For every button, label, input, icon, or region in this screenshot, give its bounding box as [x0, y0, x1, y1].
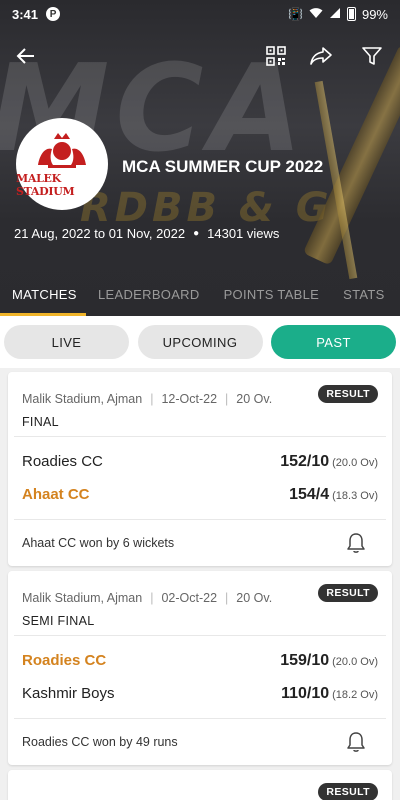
separator-dot: ● — [193, 228, 200, 239]
tournament-views: 14301 views — [207, 226, 280, 241]
match-result: Ahaat CC won by 6 wickets — [22, 536, 175, 550]
team-runs: 110/10 — [281, 684, 330, 702]
qr-code-button[interactable] — [258, 38, 294, 74]
tournament-meta: 21 Aug, 2022 to 01 Nov, 2022 ● 14301 vie… — [14, 226, 279, 241]
team-name: Kashmir Boys — [22, 685, 115, 702]
logo-text: MALEK STADIUM — [16, 171, 75, 198]
divider: | — [150, 392, 154, 406]
team-overs: (18.3 Ov) — [332, 489, 378, 502]
tournament-title: MCA SUMMER CUP 2022 — [122, 157, 324, 176]
back-button[interactable] — [8, 38, 44, 74]
header-watermark-sub: RDBB & G — [80, 185, 333, 231]
match-venue: Malik Stadium, Ajman — [22, 392, 143, 406]
result-badge: RESULT — [318, 584, 378, 602]
team-overs: (18.2 Ov) — [332, 688, 378, 701]
filter-past-button[interactable]: PAST — [271, 325, 396, 359]
tab-points-table[interactable]: POINTS TABLE — [212, 278, 332, 316]
match-card[interactable]: Malik Stadium, Ajman | 02-Oct-22 | 20 Ov… — [8, 571, 392, 765]
divider: | — [225, 392, 229, 406]
top-nav — [0, 38, 400, 74]
team-name-winner: Ahaat CC — [22, 486, 90, 503]
team-score: 110/10 (18.2 Ov) — [281, 685, 378, 703]
cricket-bat-graphic — [302, 44, 400, 266]
match-result: Roadies CC won by 49 runs — [22, 735, 178, 749]
team-score: 154/4 (18.3 Ov) — [289, 486, 378, 504]
match-stage: SEMI FINAL — [22, 614, 95, 628]
team-runs: 152/10 — [280, 452, 330, 470]
vibrate-icon: 📳 — [288, 7, 303, 21]
match-stage: FINAL — [22, 415, 59, 429]
match-venue: Malik Stadium, Ajman — [22, 591, 143, 605]
team-overs: (20.0 Ov) — [332, 655, 378, 668]
team-name: Roadies CC — [22, 453, 103, 470]
team-overs: (20.0 Ov) — [332, 456, 378, 469]
match-card[interactable]: RESULT — [8, 770, 392, 800]
team-name-winner: Roadies CC — [22, 652, 107, 669]
wifi-icon — [309, 7, 323, 22]
tab-stats[interactable]: STATS — [331, 278, 396, 316]
match-filter-row: LIVE UPCOMING PAST — [0, 316, 400, 368]
match-overs: 20 Ov. — [236, 392, 273, 406]
arrow-left-icon — [16, 48, 34, 64]
filter-icon — [362, 47, 382, 65]
status-time: 3:41 — [12, 6, 39, 22]
team-runs: 154/4 — [289, 485, 330, 503]
filter-upcoming-button[interactable]: UPCOMING — [137, 325, 263, 359]
result-badge: RESULT — [318, 385, 378, 403]
match-date: 12-Oct-22 — [161, 392, 218, 406]
status-bar: 3:41 P 📳 99% — [0, 0, 400, 28]
qr-code-icon — [266, 46, 286, 66]
filter-button[interactable] — [354, 38, 390, 74]
crown-lions-icon — [38, 132, 86, 168]
filter-live-button[interactable]: LIVE — [4, 325, 129, 359]
result-badge: RESULT — [318, 783, 378, 800]
team-row: Roadies CC 159/10 (20.0 Ov) — [8, 644, 392, 677]
divider: | — [225, 591, 229, 605]
tab-bar: MATCHES LEADERBOARD POINTS TABLE STATS — [0, 278, 400, 316]
match-list: Malik Stadium, Ajman | 12-Oct-22 | 20 Ov… — [0, 368, 400, 800]
team-row: Roadies CC 152/10 (20.0 Ov) — [8, 445, 392, 478]
team-row: Ahaat CC 154/4 (18.3 Ov) — [8, 478, 392, 511]
share-button[interactable] — [303, 38, 339, 74]
share-icon — [310, 47, 332, 65]
signal-icon — [329, 7, 341, 22]
tournament-header: MCA RDBB & G 3:41 P 📳 99% MALEK STADIUM … — [0, 0, 400, 316]
match-card[interactable]: Malik Stadium, Ajman | 12-Oct-22 | 20 Ov… — [8, 372, 392, 566]
match-overs: 20 Ov. — [236, 591, 273, 605]
tournament-dates: 21 Aug, 2022 to 01 Nov, 2022 — [14, 226, 186, 241]
team-runs: 159/10 — [280, 651, 330, 669]
battery-level: 99% — [361, 6, 388, 22]
bell-icon[interactable] — [346, 731, 366, 753]
tab-leaderboard[interactable]: LEADERBOARD — [86, 278, 212, 316]
match-date: 02-Oct-22 — [161, 591, 218, 605]
team-score: 152/10 (20.0 Ov) — [280, 453, 378, 471]
tab-matches[interactable]: MATCHES — [0, 278, 86, 316]
divider: | — [150, 591, 154, 605]
bell-icon[interactable] — [346, 532, 366, 554]
battery-icon — [346, 7, 356, 21]
tournament-logo: MALEK STADIUM — [16, 118, 108, 210]
team-row: Kashmir Boys 110/10 (18.2 Ov) — [8, 677, 392, 710]
app-notification-icon: P — [46, 7, 61, 21]
team-score: 159/10 (20.0 Ov) — [280, 652, 378, 670]
